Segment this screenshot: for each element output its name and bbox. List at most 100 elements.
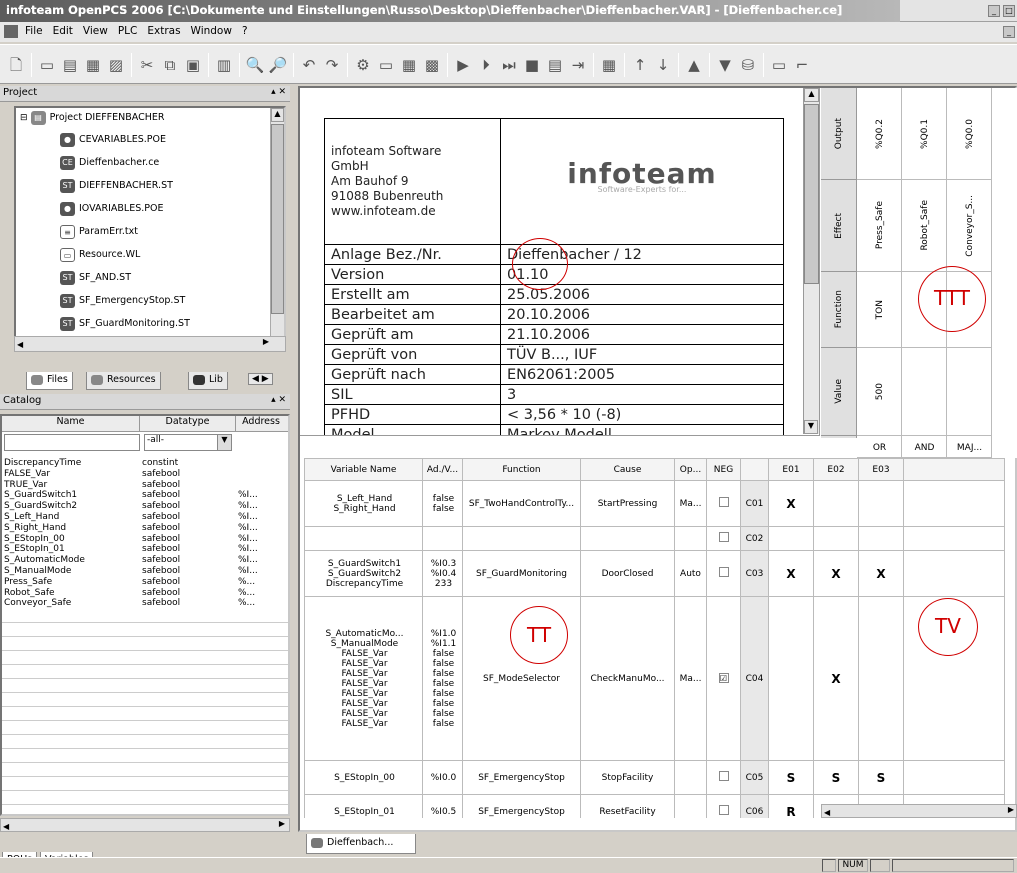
tree-item[interactable]: ST SF_GuardMonitoring.ST [16, 312, 284, 335]
scroll-up-icon[interactable]: ▲ [271, 108, 284, 122]
catalog-row[interactable]: S_EStopIn_01 safebool %I... [2, 544, 286, 555]
tab-files[interactable]: Files [26, 372, 73, 390]
effect-id-header[interactable]: E01 [768, 458, 814, 481]
tab-scroll-icon[interactable]: ◀ ▶ [248, 373, 273, 385]
document-menu-icon[interactable] [4, 25, 18, 38]
open-icon[interactable]: ▭ [37, 55, 57, 75]
catalog-row[interactable]: S_Left_Hand safebool %I... [2, 512, 286, 523]
cat-scroll-right-icon[interactable]: ▶ [279, 819, 285, 828]
doc-minimize-icon[interactable]: _ [1003, 26, 1015, 38]
tree-item[interactable]: ST SF_EmergencyStop.ST [16, 289, 284, 312]
col-datatype[interactable]: Datatype [140, 416, 236, 431]
tree-item[interactable]: CE Dieffenbacher.ce [16, 151, 284, 174]
project-tree[interactable]: ⊟ ▤ Project DIEFFENBACHER ● CEVARIABLES.PO… [14, 106, 286, 338]
catalog-row[interactable]: Robot_Safe safebool%... [2, 588, 286, 599]
tree-item[interactable]: ≡ ParamErr.txt [16, 220, 284, 243]
matrix-cell[interactable]: X [768, 550, 814, 597]
cause-col-header[interactable]: Ad./V... [422, 458, 463, 481]
cause-col-header[interactable]: Cause [580, 458, 675, 481]
matrix-cell[interactable]: R [768, 794, 814, 818]
tree-item[interactable]: ● IOVARIABLES.POE [16, 197, 284, 220]
catalog-row[interactable]: FALSE_Var safebool [2, 469, 286, 480]
cause-col-header[interactable]: Function [462, 458, 581, 481]
tab-resources[interactable]: Resources [86, 372, 161, 390]
new-icon[interactable]: 🗋 [6, 55, 26, 75]
save-icon[interactable]: ▤ [60, 55, 80, 75]
compile-icon[interactable]: ⚙ [353, 55, 373, 75]
cause-row[interactable]: S_Left_Hand S_Right_Hand false false SF_TwoH… [304, 480, 1005, 527]
tree-item[interactable]: ● CEVARIABLES.POE [16, 128, 284, 151]
matrix-cell[interactable] [813, 526, 859, 551]
catalog-row[interactable]: S_AutomaticMode safebool %I... [2, 555, 286, 566]
run-step-icon[interactable]: ⏭ [499, 55, 519, 75]
move-down-icon[interactable]: ▼ [715, 55, 735, 75]
matrix-cell[interactable] [768, 596, 814, 761]
scroll-left-icon[interactable]: ◀ [15, 340, 23, 349]
catalog-row[interactable]: DiscrepancyTime constint [2, 458, 286, 469]
matrix-scroll-right-icon[interactable]: ▶ [1008, 805, 1014, 814]
catalog-row[interactable]: Press_Safe safebool%... [2, 577, 286, 588]
table-icon[interactable]: ▩ [422, 55, 442, 75]
menu-file[interactable]: File [20, 22, 48, 40]
zoom-in-icon[interactable]: 🔍 [245, 55, 265, 75]
datatype-filter-select[interactable]: -all- ▼ [144, 434, 232, 451]
cause-col-header[interactable]: Op... [674, 458, 707, 481]
minimize-icon[interactable]: _ [988, 5, 1000, 17]
print-preview-icon[interactable]: ▥ [214, 55, 234, 75]
name-filter-input[interactable] [4, 434, 140, 451]
save-all-icon[interactable]: ▦ [83, 55, 103, 75]
catalog-table-area[interactable]: Name Datatype Address -all- ▼ Discrepancy… [0, 414, 290, 816]
matrix-cell[interactable]: X [858, 550, 904, 597]
zoom-out-icon[interactable]: 🔎 [268, 55, 288, 75]
matrix-cell[interactable]: S [813, 760, 859, 795]
col-name[interactable]: Name [2, 416, 140, 431]
matrix-cell[interactable] [858, 480, 904, 527]
matrix-cell[interactable]: X [813, 550, 859, 597]
scroll-thumb[interactable] [271, 124, 284, 314]
matrix-hscrollbar[interactable]: ◀ ▶ [821, 804, 1017, 818]
tree-scrollbar[interactable]: ▲ [270, 108, 284, 336]
menu-help[interactable]: ? [237, 22, 253, 40]
cover-scroll-down-icon[interactable]: ▼ [804, 420, 818, 434]
cause-col-header[interactable]: NEG [706, 458, 741, 481]
catalog-close-icon[interactable]: ▴ ✕ [271, 395, 286, 405]
panel-close-icon[interactable]: ▴ ✕ [271, 87, 286, 97]
catalog-row[interactable]: S_EStopIn_00 safebool %I... [2, 534, 286, 545]
cause-row[interactable]: S_GuardSwitch1 S_GuardSwitch2 DiscrepancyT… [304, 550, 1005, 597]
tree-item[interactable]: ▭ Resource.WL [16, 243, 284, 266]
menu-window[interactable]: Window [186, 22, 237, 40]
list-icon[interactable]: ▭ [769, 55, 789, 75]
tree-item[interactable]: ST SF_AND.ST [16, 266, 284, 289]
undo-icon[interactable]: ↶ [299, 55, 319, 75]
link-icon[interactable]: ⌐ [792, 55, 812, 75]
matrix-cell[interactable]: X [813, 596, 859, 761]
breakpoint-icon[interactable]: ▤ [545, 55, 565, 75]
copy-icon[interactable]: ⧉ [160, 55, 180, 75]
neg-checkbox[interactable]: ☑ [718, 673, 729, 683]
neg-checkbox[interactable] [718, 771, 729, 781]
cover-scroll-up-icon[interactable]: ▲ [804, 88, 819, 102]
col-address[interactable]: Address [236, 416, 286, 431]
object-icon[interactable]: ⛁ [738, 55, 758, 75]
effect-logic[interactable]: MAJ... [947, 438, 992, 458]
catalog-hscrollbar[interactable]: ◀ ▶ [0, 818, 290, 832]
run-icon[interactable]: ▶ [453, 55, 473, 75]
effect-column[interactable]: %Q0.2 Press_Safe TON 500 OR [857, 88, 902, 458]
up-arrow-icon[interactable]: ↑ [630, 55, 650, 75]
menu-view[interactable]: View [78, 22, 113, 40]
matrix-cell[interactable]: X [768, 480, 814, 527]
tree-hscrollbar[interactable]: ◀ ▶ [14, 336, 286, 352]
neg-checkbox[interactable] [718, 532, 729, 542]
catalog-row[interactable]: S_Right_Hand safebool %I... [2, 523, 286, 534]
stop-icon[interactable]: ■ [522, 55, 542, 75]
cause-row[interactable]: C02 [304, 526, 1005, 551]
neg-checkbox[interactable] [718, 805, 729, 815]
matrix-scroll-left-icon[interactable]: ◀ [822, 808, 830, 817]
matrix-cell[interactable] [858, 526, 904, 551]
cover-scroll-thumb[interactable] [804, 104, 819, 284]
catalog-row[interactable]: S_GuardSwitch1 safebool %I... [2, 490, 286, 501]
tab-lib[interactable]: Lib [188, 372, 228, 390]
catalog-row[interactable]: S_ManualMode safebool %I... [2, 566, 286, 577]
maximize-icon[interactable]: □ [1003, 5, 1015, 17]
move-up-icon[interactable]: ▲ [684, 55, 704, 75]
